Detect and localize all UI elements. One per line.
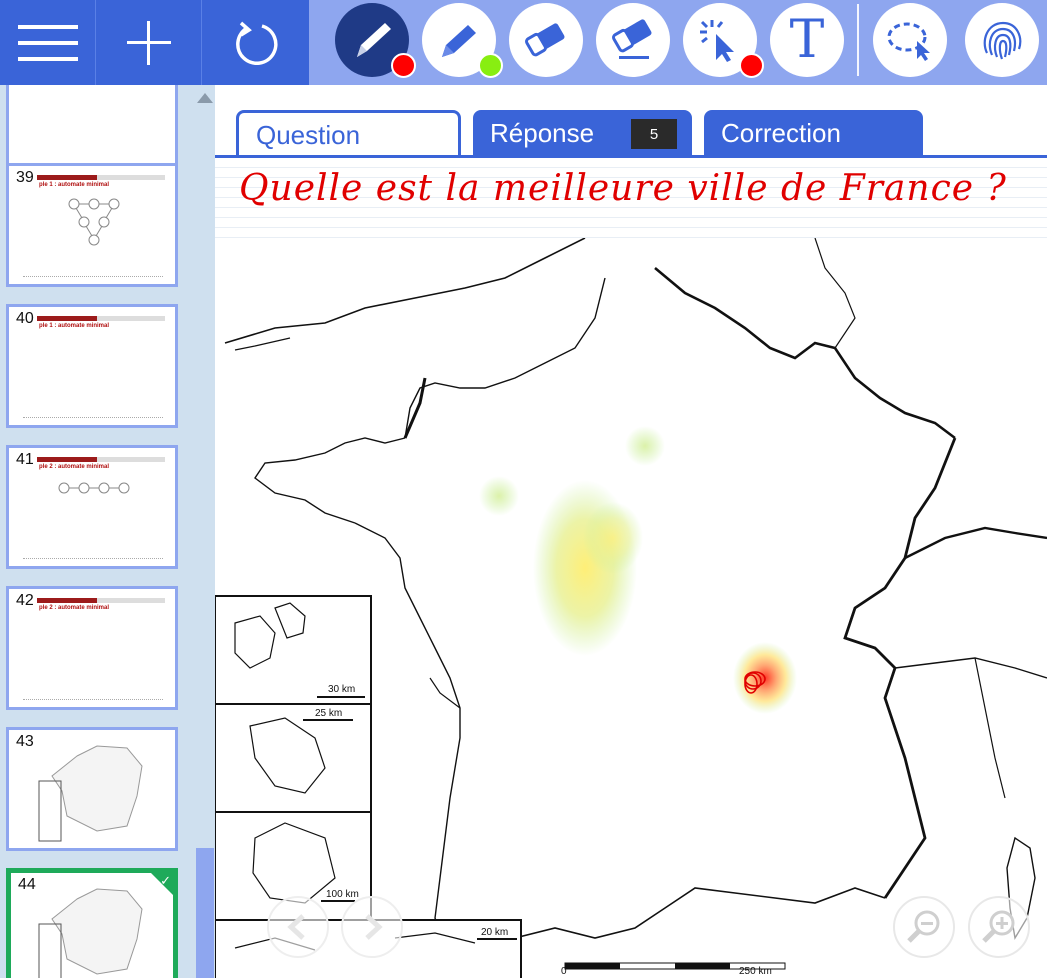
chevron-left-icon bbox=[287, 914, 305, 940]
sidebar-scrollbar-thumb[interactable] bbox=[196, 848, 214, 978]
scroll-up-arrow-icon[interactable] bbox=[197, 93, 213, 103]
zoom-in-button[interactable] bbox=[968, 896, 1030, 958]
slide-title: ple 1 : automate minimal bbox=[39, 323, 110, 329]
atlantic-coast bbox=[354, 522, 476, 959]
slide-title: ple 2 : automate minimal bbox=[39, 605, 110, 611]
slide-footer bbox=[23, 558, 163, 560]
pen-icon bbox=[357, 23, 391, 57]
france-map-svg bbox=[215, 237, 1047, 978]
app-window: T ple 1: automate minimal 39 ple 1: au… bbox=[0, 0, 1047, 978]
laser-color-dot[interactable] bbox=[739, 53, 764, 78]
next-slide-button[interactable] bbox=[341, 896, 403, 958]
channel-coast bbox=[404, 277, 606, 439]
stroke-eraser-icon bbox=[612, 19, 652, 59]
inset-scale-label: 20 km bbox=[481, 927, 509, 938]
slide-footer bbox=[23, 417, 163, 419]
question-writing-area[interactable]: Quelle est la meilleure ville de France … bbox=[215, 158, 1047, 238]
tab-reponse[interactable]: Réponse 5 bbox=[473, 110, 692, 156]
slide-thumbnail[interactable]: ple 1 : automate minimal 40 bbox=[6, 304, 178, 428]
sidebar-scrollbar[interactable] bbox=[195, 85, 215, 978]
map-preview bbox=[38, 745, 143, 842]
south-coast bbox=[474, 887, 886, 959]
cotentin-peninsula bbox=[403, 377, 427, 439]
tab-correction-label: Correction bbox=[721, 117, 841, 148]
toolbar-separator bbox=[857, 4, 859, 76]
slide-title: ple 1 : automate minimal bbox=[39, 182, 110, 188]
slide-header-bar bbox=[37, 316, 165, 321]
automaton-diagram bbox=[68, 198, 120, 246]
chevron-right-icon bbox=[365, 914, 383, 940]
handwritten-question: Quelle est la meilleure ville de France … bbox=[239, 168, 1007, 209]
highlighter-icon bbox=[442, 25, 476, 57]
slide-number: 39 bbox=[14, 169, 36, 187]
tab-question-label: Question bbox=[256, 120, 361, 150]
refresh-icon bbox=[235, 21, 278, 65]
northern-border bbox=[654, 267, 956, 440]
slide-thumbnail[interactable]: ple 1 : automate minimal 39 bbox=[6, 163, 178, 287]
brittany-coast bbox=[254, 437, 406, 524]
slide-number: 43 bbox=[14, 733, 36, 751]
toolbar: T bbox=[0, 0, 1047, 85]
fingerprint-tool-button[interactable] bbox=[965, 3, 1039, 77]
slide-canvas[interactable]: Quelle est la meilleure ville de France … bbox=[215, 158, 1047, 978]
stroke-eraser-tool-button[interactable] bbox=[596, 3, 670, 77]
laser-pointer-tool-button[interactable] bbox=[683, 3, 764, 78]
slide-header-bar bbox=[37, 175, 165, 180]
slide-thumbnail-selected[interactable]: 44 ✓ bbox=[6, 868, 178, 978]
tab-correction[interactable]: Correction bbox=[704, 110, 923, 156]
highlighter-tool-button[interactable] bbox=[422, 3, 503, 78]
slide-thumbnail[interactable]: 43 bbox=[6, 727, 178, 851]
eraser-icon bbox=[525, 23, 565, 57]
automaton-diagram bbox=[58, 482, 130, 494]
inset-scale-label: 25 km bbox=[315, 708, 343, 719]
lasso-select-tool-button[interactable] bbox=[873, 3, 947, 77]
eraser-tool-button[interactable] bbox=[509, 3, 583, 77]
map-preview bbox=[38, 888, 143, 978]
response-count-badge: 5 bbox=[631, 119, 677, 149]
heat-spot bbox=[625, 426, 665, 466]
plus-icon bbox=[126, 20, 171, 65]
lasso-select-icon bbox=[887, 22, 930, 61]
slide-number: 42 bbox=[14, 592, 36, 610]
zoom-in-icon bbox=[982, 910, 1015, 943]
slide-footer bbox=[23, 276, 163, 278]
tab-reponse-label: Réponse bbox=[490, 117, 595, 148]
prev-slide-button[interactable] bbox=[267, 896, 329, 958]
toolbar-left-group bbox=[0, 0, 309, 85]
slide-footer bbox=[23, 699, 163, 701]
text-tool-icon: T bbox=[789, 10, 825, 70]
pen-tool-button[interactable] bbox=[335, 3, 416, 78]
refresh-button[interactable] bbox=[202, 0, 309, 85]
highlighter-color-dot[interactable] bbox=[478, 53, 503, 78]
fingerprint-icon bbox=[983, 21, 1022, 60]
zoom-out-button[interactable] bbox=[893, 896, 955, 958]
slide-thumbnail[interactable]: ple 2 : automate minimal 41 bbox=[6, 445, 178, 569]
slide-title: ple 2 : automate minimal bbox=[39, 464, 110, 470]
main-scale-end: 250 km bbox=[739, 966, 772, 977]
pen-color-dot[interactable] bbox=[391, 53, 416, 78]
laser-pointer-icon bbox=[700, 20, 734, 62]
heat-spot bbox=[479, 476, 519, 516]
slide-thumbnail[interactable]: ple 2 : automate minimal 42 bbox=[6, 586, 178, 710]
england-coast bbox=[224, 237, 586, 344]
slide-number: 41 bbox=[14, 451, 36, 469]
slide-header-bar bbox=[37, 598, 165, 603]
main-scale-start: 0 bbox=[561, 966, 567, 977]
inset-scale-label: 30 km bbox=[328, 684, 356, 695]
check-icon: ✓ bbox=[160, 873, 171, 888]
hamburger-menu-icon bbox=[17, 24, 78, 61]
slide-header-bar bbox=[37, 457, 165, 462]
text-tool-button[interactable]: T bbox=[770, 3, 844, 77]
slide-thumbnail-panel: ple 1 : automate minimal 39 ple 1 : auto… bbox=[0, 85, 215, 978]
slide-number: 44 bbox=[16, 876, 38, 894]
france-map: 30 km 25 km 100 km 20 km 0 250 km bbox=[215, 237, 1047, 978]
menu-button[interactable] bbox=[0, 0, 96, 85]
add-button[interactable] bbox=[96, 0, 202, 85]
inset-scale-label: 100 km bbox=[326, 889, 359, 900]
tab-question[interactable]: Question bbox=[236, 110, 461, 158]
zoom-out-icon bbox=[907, 910, 940, 943]
slide-number: 40 bbox=[14, 310, 36, 328]
